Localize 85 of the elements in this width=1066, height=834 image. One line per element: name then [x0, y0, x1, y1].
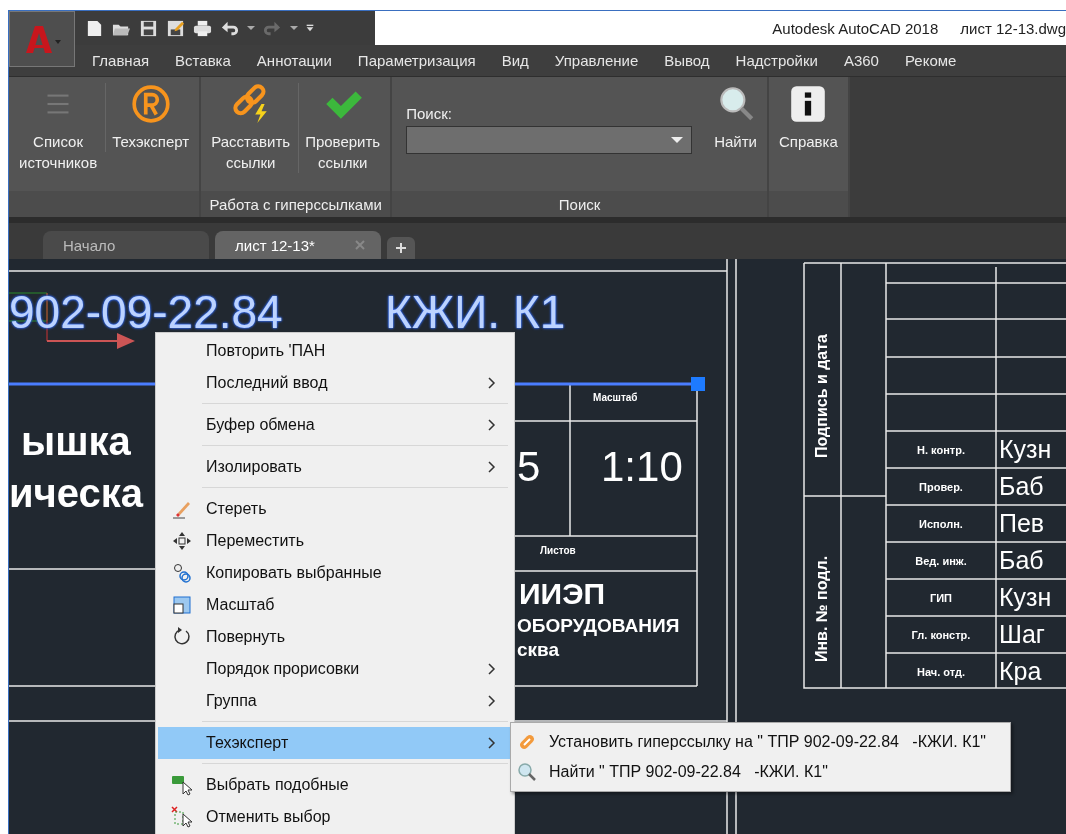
plus-icon — [395, 242, 407, 254]
document-tab[interactable]: Начало — [43, 231, 209, 259]
ribbon-tab[interactable]: Параметризация — [344, 52, 489, 69]
customize-icon[interactable] — [306, 24, 314, 32]
drawing-text: ГИП — [928, 590, 954, 606]
drawing-text: Шаг — [999, 619, 1045, 650]
drawing-text: сква — [517, 639, 560, 661]
drawing-text: Листов — [540, 545, 576, 556]
deselect-icon — [171, 806, 193, 828]
ribbon-tab[interactable]: Управление — [541, 52, 652, 69]
menu-item[interactable]: Изолировать — [158, 451, 512, 483]
caret-icon[interactable] — [247, 24, 255, 32]
drawing-text: 5 — [517, 443, 541, 491]
menu-item[interactable]: Найти " ТПР 902-09-22.84 -КЖИ. К1" — [517, 757, 987, 787]
menu-item[interactable]: Повернуть — [158, 621, 512, 653]
eraser-icon — [172, 499, 192, 519]
save-icon[interactable] — [139, 18, 158, 38]
print-icon[interactable] — [193, 18, 212, 38]
drawing-text: ическа — [9, 471, 144, 516]
drawing-text: ИИЭП — [519, 577, 606, 611]
document-tab[interactable]: лист 12-13* — [215, 231, 381, 259]
ribbon-button[interactable]: Найти — [708, 83, 763, 152]
search-icon — [517, 762, 537, 782]
drawing-text: Инв. № подл. — [813, 555, 831, 663]
drawing-text: Н. контр. — [916, 442, 966, 458]
menu-item[interactable]: Повторить 'ПАН — [158, 335, 512, 367]
drawing-text: Баб — [999, 471, 1044, 502]
menu-item[interactable]: Последний ввод — [158, 367, 512, 399]
ribbon-tab[interactable]: Вид — [488, 52, 542, 69]
ribbon-tab[interactable]: Рекоме — [891, 52, 970, 69]
ribbon-button[interactable]: Техэксперт — [105, 83, 196, 152]
menu-item[interactable]: Копировать выбранные — [158, 557, 512, 589]
drawing-text: Кра — [999, 656, 1042, 687]
drawing-text: Провер. — [918, 479, 964, 495]
menu-item[interactable]: Установить гиперссылку на " ТПР 902-09-22.84 -КЖИ. К1" — [517, 727, 987, 757]
ribbon-tab[interactable]: A360 — [830, 52, 892, 69]
drawing-text: Пев — [999, 508, 1045, 539]
save-as-icon[interactable] — [166, 18, 185, 38]
drawing-text: Исполн. — [918, 516, 964, 532]
scale-icon — [172, 595, 192, 615]
ribbon-button[interactable]: Расставить ссылки — [205, 83, 297, 173]
drawing-text: 1:10 — [601, 443, 683, 491]
select-similar-icon — [171, 774, 193, 796]
drawing-text: ОБОРУДОВАНИЯ — [517, 615, 680, 637]
menu-item[interactable]: Порядок прорисовки — [158, 653, 512, 685]
drawing-text: Баб — [999, 545, 1044, 576]
menu-item[interactable]: Буфер обмена — [158, 409, 512, 441]
menu-item[interactable]: Переместить — [158, 525, 512, 557]
menu-item[interactable]: Отменить выбор — [158, 801, 512, 833]
new-file-icon[interactable] — [85, 18, 104, 38]
ribbon-tab[interactable]: Надстройки — [722, 52, 831, 69]
drawing-text: Кузн — [999, 434, 1052, 465]
circle-r-icon — [129, 83, 172, 125]
dropdown-caret-icon — [671, 136, 684, 144]
search-label: Поиск: — [406, 105, 453, 122]
ribbon-button[interactable]: Список источников — [13, 83, 104, 173]
ribbon-button[interactable]: Справка — [772, 83, 844, 152]
file-name: лист 12-13.dwg — [960, 19, 1066, 37]
menu-item[interactable]: Техэксперт — [158, 727, 512, 759]
move-icon — [172, 531, 192, 551]
ribbon-tab[interactable]: Вывод — [651, 52, 723, 69]
panel-title: Поиск — [558, 195, 601, 213]
grip-handle[interactable] — [691, 377, 705, 391]
ribbon-tab[interactable]: Вставка — [162, 52, 244, 69]
drawing-text: Кузн — [999, 582, 1052, 613]
copy-icon — [172, 563, 192, 583]
app-title: Autodesk AutoCAD 2018 — [772, 19, 939, 37]
panel-title: Работа с гиперссылками — [209, 195, 382, 213]
ribbon-tab[interactable]: Аннотации — [243, 52, 345, 69]
search-combo-box[interactable] — [406, 126, 693, 154]
drawing-text: Подпись и дата — [813, 334, 831, 458]
ribbon-tab[interactable]: Главная — [79, 52, 163, 69]
menu-item[interactable]: Масштаб — [158, 589, 512, 621]
rotate-icon — [172, 627, 192, 647]
drawing-text: ышка — [21, 419, 131, 464]
new-tab-button[interactable] — [387, 237, 415, 259]
caret-icon[interactable] — [290, 24, 298, 32]
menu-item[interactable]: Стереть — [158, 493, 512, 525]
drawing-text: Нач. отд. — [916, 664, 966, 680]
drawing-text: Масштаб — [593, 392, 638, 403]
menu-item[interactable]: Группа — [158, 685, 512, 717]
drawing-text: Гл. констр. — [910, 627, 972, 643]
ribbon-button[interactable]: Проверить ссылки — [298, 83, 387, 173]
drawing-text: Вед. инж. — [914, 553, 968, 569]
menu-item[interactable]: Выбрать подобные — [158, 769, 512, 801]
